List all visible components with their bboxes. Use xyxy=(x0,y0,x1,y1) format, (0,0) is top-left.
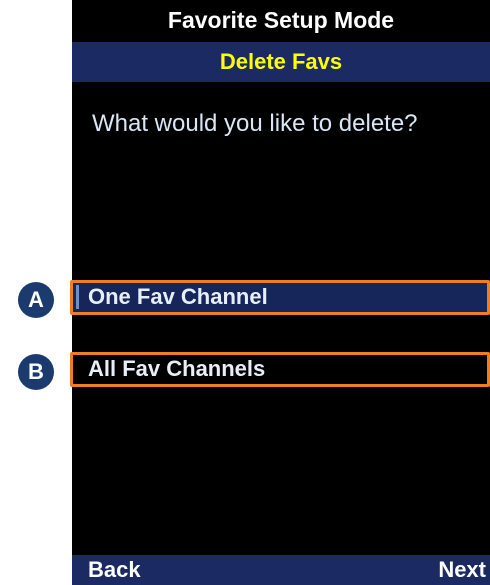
annotation-marker-a: A xyxy=(18,282,54,318)
screen-title: Delete Favs xyxy=(72,42,490,82)
annotation-marker-b: B xyxy=(18,354,54,390)
annotated-screenshot: Favorite Setup Mode Delete Favs What wou… xyxy=(0,0,490,585)
annotation-outline-b xyxy=(70,352,490,387)
delete-prompt: What would you like to delete? xyxy=(92,110,418,137)
next-softkey[interactable]: Next xyxy=(438,555,486,585)
back-softkey[interactable]: Back xyxy=(88,555,141,585)
annotation-outline-a xyxy=(70,280,490,315)
softkey-bar: Back Next xyxy=(72,555,490,585)
mode-title: Favorite Setup Mode xyxy=(72,0,490,40)
